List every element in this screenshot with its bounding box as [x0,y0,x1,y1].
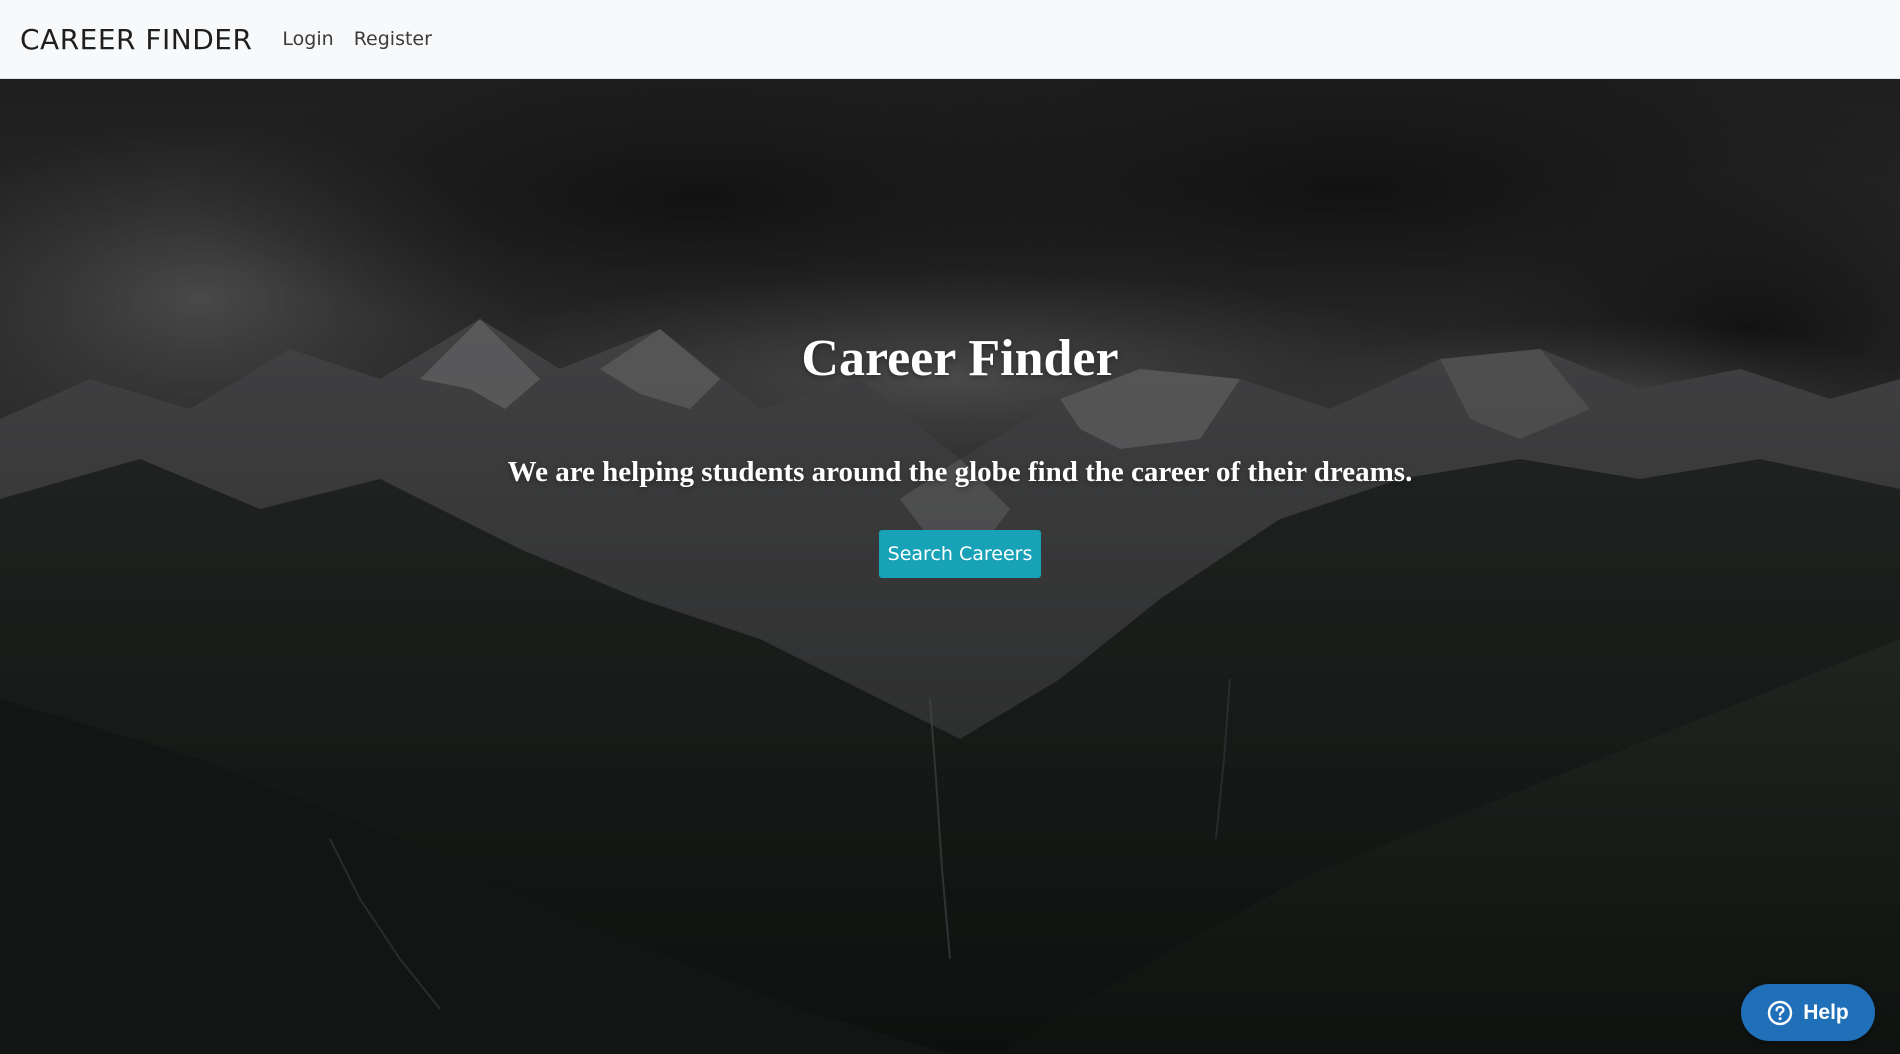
search-careers-button[interactable]: Search Careers [879,530,1041,578]
help-button[interactable]: Help [1741,984,1875,1041]
page: CAREER FINDER Login Register Career Find… [0,0,1900,1054]
hero-subtitle: We are helping students around the globe… [507,456,1413,488]
hero-section: Career Finder We are helping students ar… [0,79,1900,1054]
help-label: Help [1803,1000,1849,1024]
brand-logo-link[interactable]: CAREER FINDER [20,23,252,56]
hero-content: Career Finder We are helping students ar… [0,79,1900,1054]
nav-login-link[interactable]: Login [282,28,333,50]
question-circle-icon [1768,1000,1793,1025]
nav-register-link[interactable]: Register [354,28,432,50]
hero-title: Career Finder [801,330,1119,387]
top-navbar: CAREER FINDER Login Register [0,0,1900,79]
